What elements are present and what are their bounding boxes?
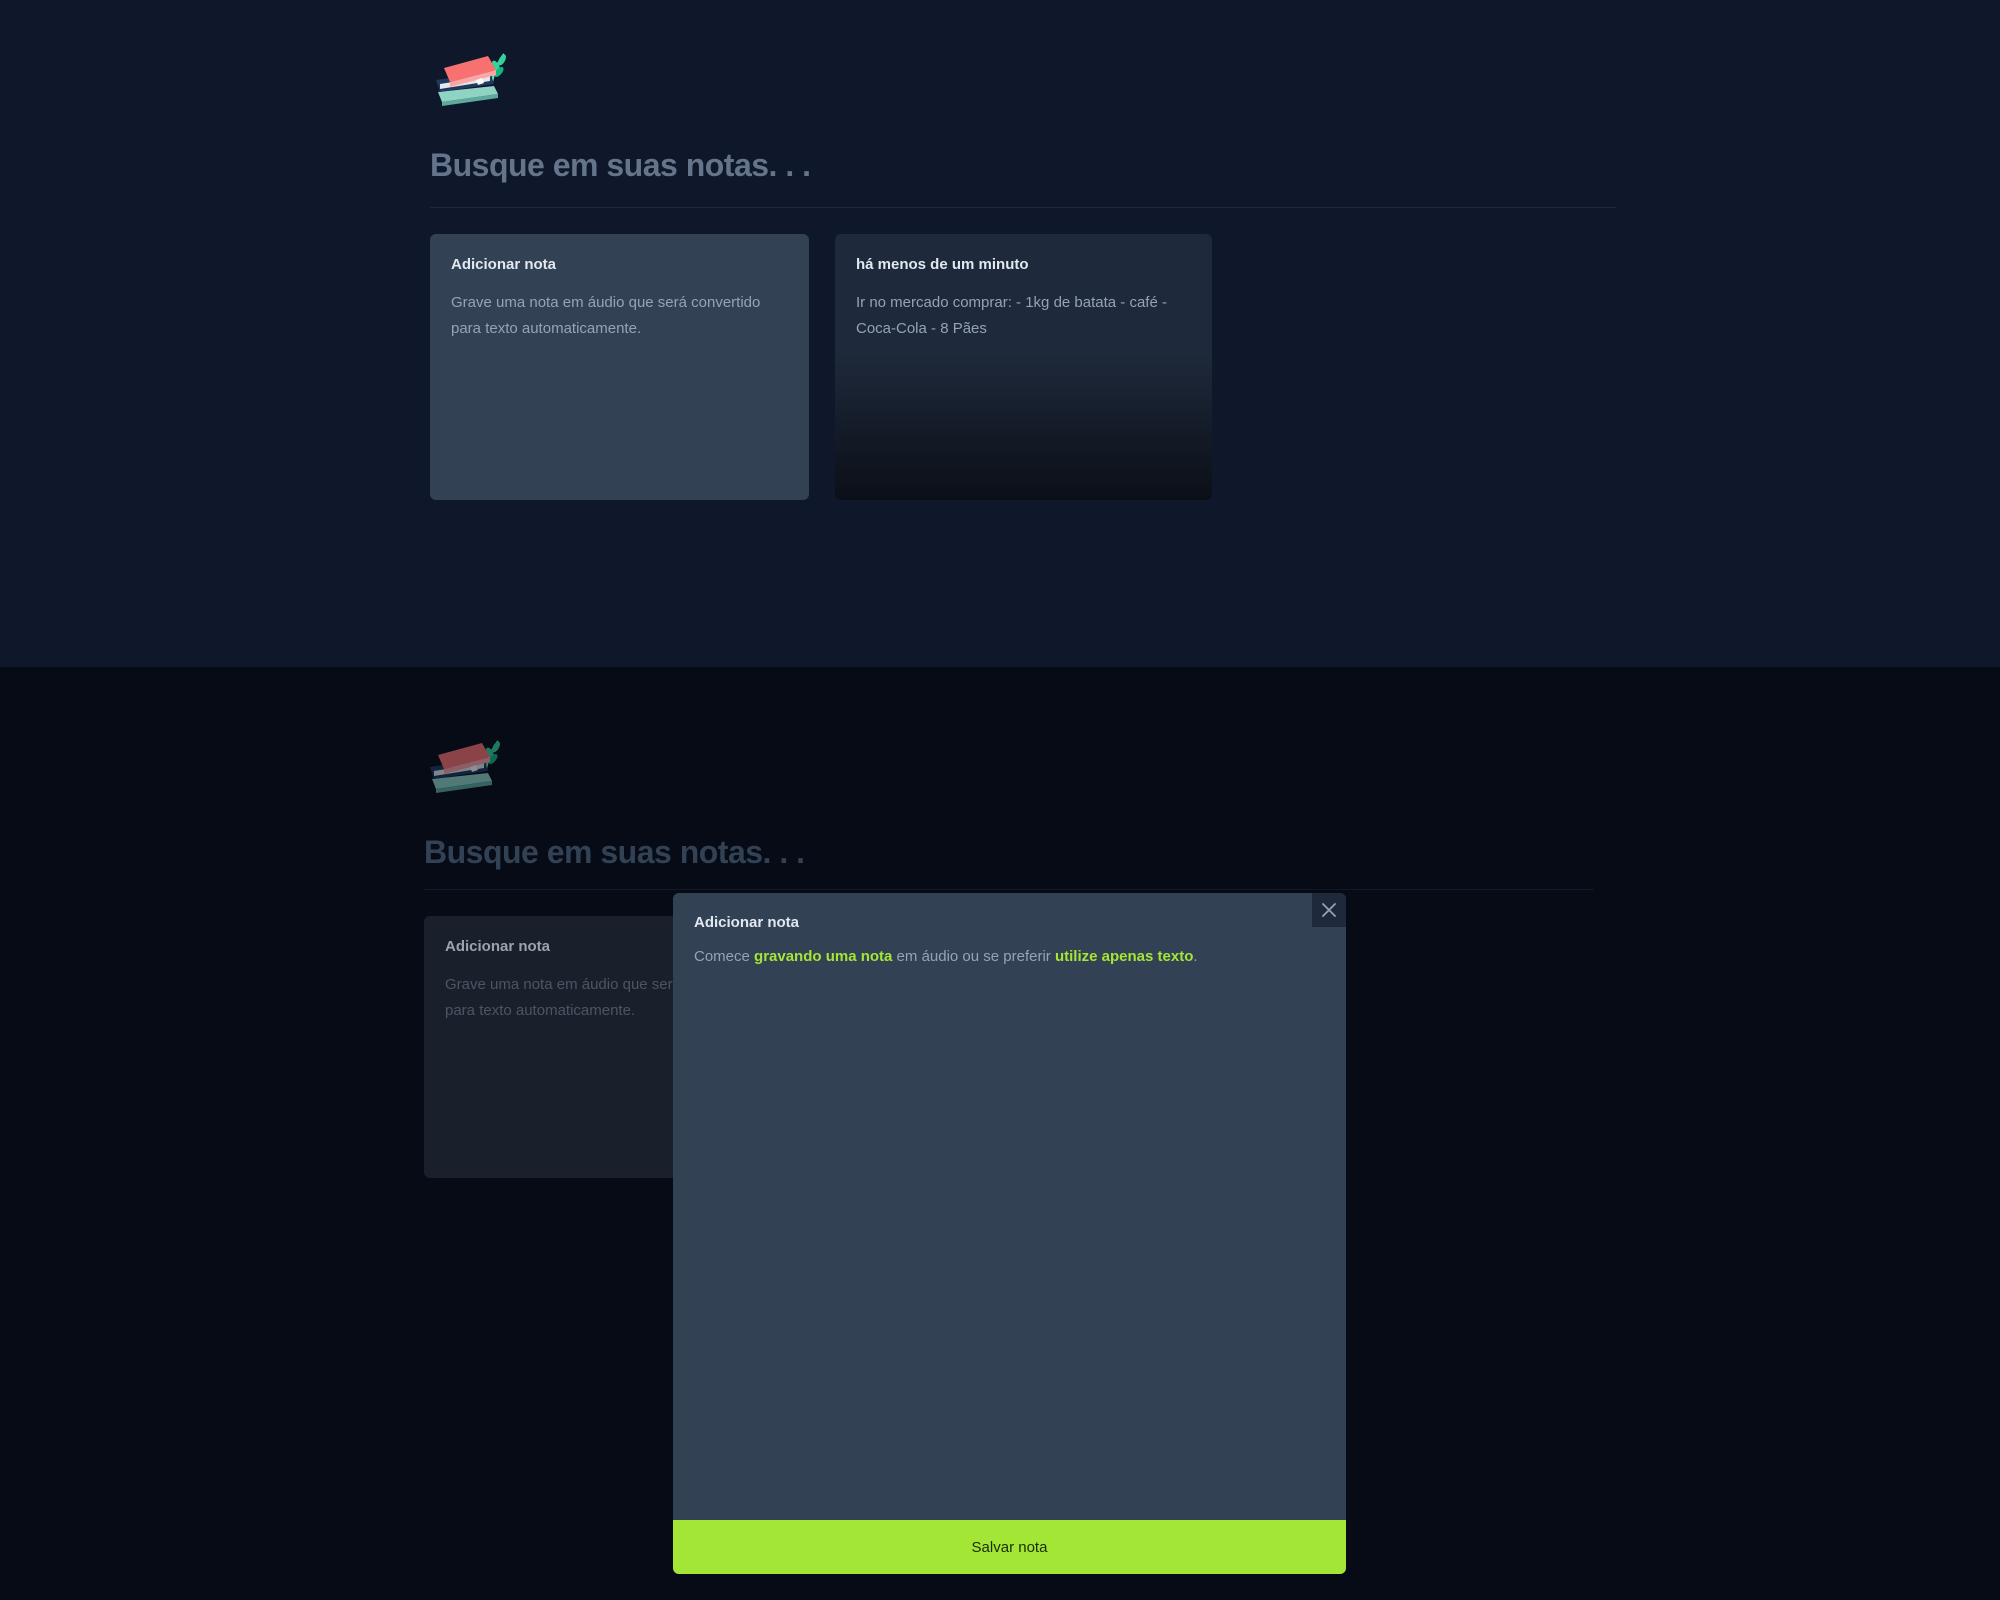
modal-text-start: Comece xyxy=(694,948,755,965)
search-input[interactable] xyxy=(430,140,1616,190)
record-audio-link[interactable]: gravando uma nota xyxy=(754,948,892,965)
books-with-leaves-icon xyxy=(430,740,500,793)
add-note-card-title: Adicionar nota xyxy=(445,938,551,955)
modal-text-end: . xyxy=(1193,948,1198,965)
close-button[interactable] xyxy=(1312,893,1346,927)
add-note-modal: Adicionar nota Comece gravando uma nota … xyxy=(673,893,1346,1574)
modal-title: Adicionar nota xyxy=(694,914,800,931)
add-note-card-title: Adicionar nota xyxy=(451,256,557,273)
modal-instructions: Comece gravando uma nota em áudio ou se … xyxy=(694,948,1198,965)
add-note-card[interactable]: Adicionar nota Grave uma nota em áudio q… xyxy=(430,234,809,500)
note-card-date: há menos de um minuto xyxy=(856,256,1029,273)
notes-screen-modal-open: Adicionar nota Grave uma nota em áudio q… xyxy=(0,667,2000,1600)
divider xyxy=(424,889,1594,890)
books-with-leaves-icon xyxy=(436,53,506,106)
note-card-content: Ir no mercado comprar: - 1kg de batata -… xyxy=(856,294,1167,337)
modal-text-middle: em áudio ou se preferir xyxy=(892,948,1055,965)
add-note-card-description: Grave uma nota em áudio que será convert… xyxy=(451,294,761,337)
use-text-link[interactable]: utilize apenas texto xyxy=(1055,948,1193,965)
divider xyxy=(430,207,1616,208)
save-note-button[interactable]: Salvar nota xyxy=(673,1520,1346,1574)
notes-screen: Adicionar nota Grave uma nota em áudio q… xyxy=(0,0,2000,667)
close-icon xyxy=(1322,903,1336,917)
search-input[interactable] xyxy=(424,827,1594,877)
note-card[interactable]: há menos de um minuto Ir no mercado comp… xyxy=(835,234,1212,500)
